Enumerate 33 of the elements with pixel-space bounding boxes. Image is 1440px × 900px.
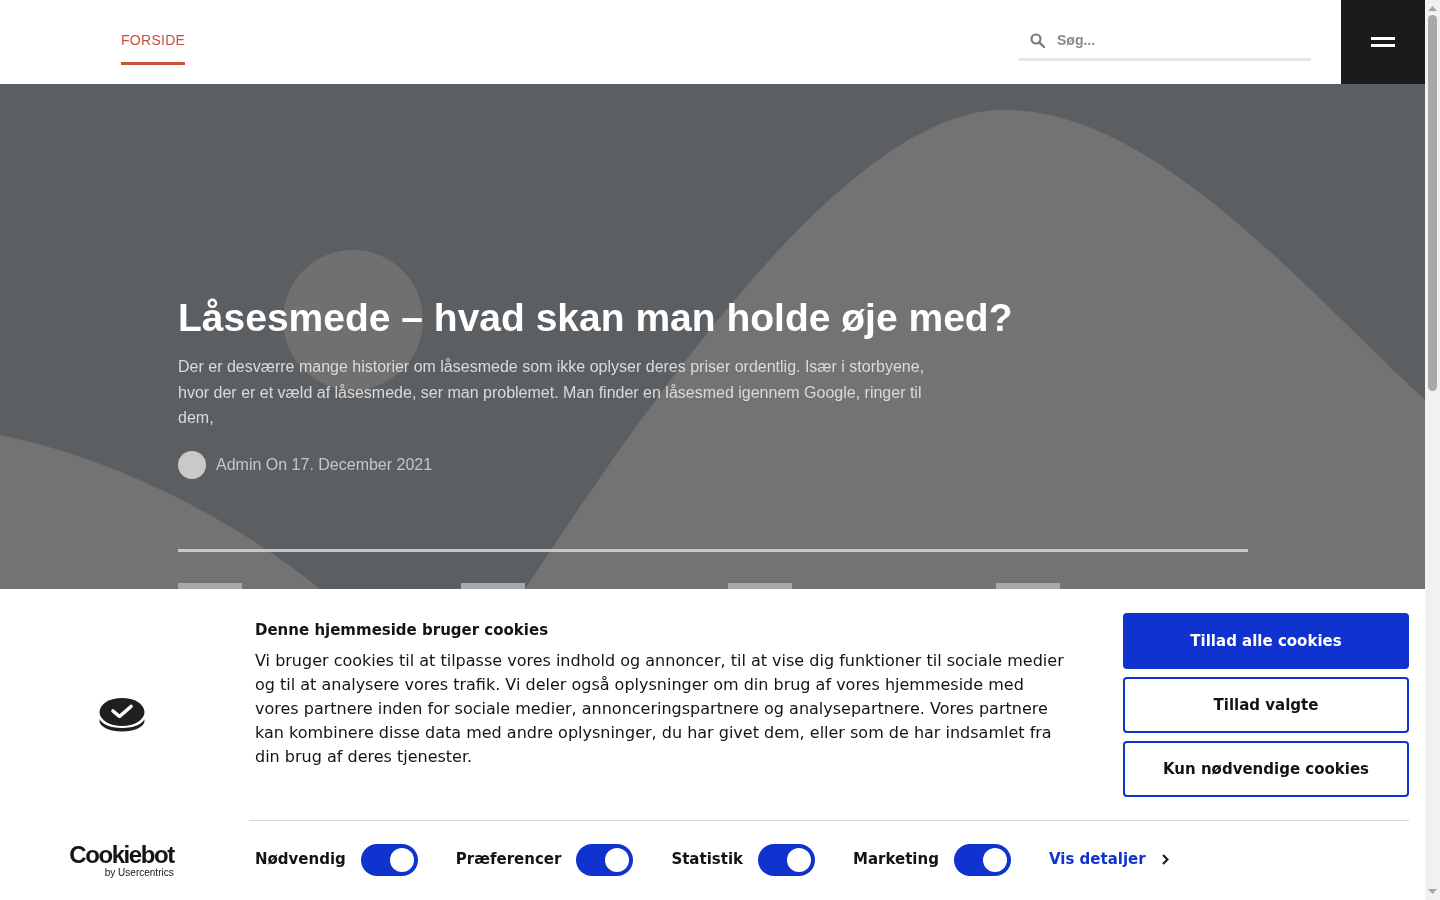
toggle-label: Nødvendig <box>255 849 346 871</box>
toggle-switch[interactable] <box>758 843 815 876</box>
brand-tagline: by Usercentrics <box>104 866 174 879</box>
menu-button[interactable] <box>1341 0 1425 84</box>
nav-link[interactable]: FORSIDE <box>121 0 186 65</box>
toggle-label: Præferencer <box>455 849 562 871</box>
banner-heading: Denne hjemmeside bruger cookies <box>255 620 550 641</box>
menu-icon <box>1371 37 1395 47</box>
toggle-label: Marketing <box>853 849 939 871</box>
thumbnail-placeholder <box>460 582 525 589</box>
thumbnail-placeholder <box>178 582 242 589</box>
article-excerpt: Der er desværre mange historier om låsesmede som ikke oplyser deres priser ordentlig. Især i storbyene, hvor der er et væld af låsesmede, ser man problemet. Man finder en låsesmed igennem Google, ringer til dem, <box>178 357 926 428</box>
search-field[interactable]: Søg... <box>1057 25 1297 55</box>
banner-text: Vi bruger cookies til at tilpasse vores indhold og annoncer, til at vise dig funktioner til sociale medier og til at analysere vores trafik. Vi deler også oplysninger om din brug af vores hjemmeside med vores partnere inden for sociale medier, annonceringspartnere og analysepartnere. Vores partnere kan kombinere disse data med andre oplysninger, du har givet dem, eller som de har indsamlet fra din brug af deres tjenester. <box>255 650 1065 768</box>
scrollbar[interactable] <box>1425 0 1440 900</box>
toggle-label: Statistik <box>671 849 743 871</box>
cookie-check-icon <box>98 696 145 732</box>
toggle-switch[interactable] <box>953 843 1011 876</box>
article-meta: Admin On 17. December 2021 <box>216 454 433 475</box>
thumbnail-placeholder <box>728 582 792 589</box>
avatar-icon <box>178 450 206 479</box>
thumbnail-placeholder <box>995 582 1060 589</box>
consent-button[interactable]: Kun nødvendige cookies <box>1123 741 1409 797</box>
details-link[interactable]: Vis detaljer <box>1048 848 1169 871</box>
brand-logo-text: Cookiebot <box>69 842 174 867</box>
scrollbar-thumb[interactable] <box>1428 15 1437 391</box>
toggle-switch[interactable] <box>576 843 634 876</box>
consent-button[interactable]: Tillad alle cookies <box>1123 613 1409 669</box>
consent-button[interactable]: Tillad valgte <box>1123 677 1409 733</box>
chevron-right-icon <box>1161 854 1169 865</box>
article-title: Låsesmede – hvad skan man holde øje med? <box>178 295 1013 341</box>
toggle-switch[interactable] <box>360 843 418 876</box>
search-icon <box>1030 32 1045 48</box>
